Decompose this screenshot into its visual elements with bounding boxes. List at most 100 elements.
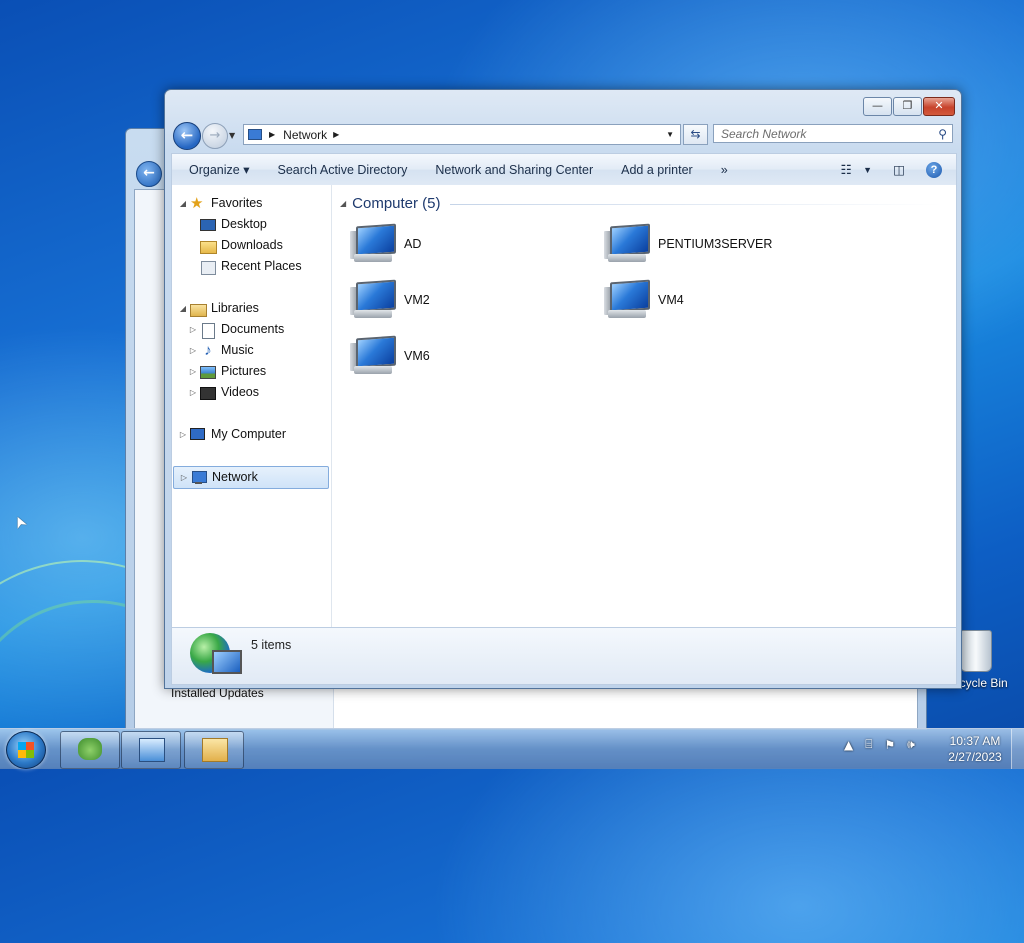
downloads-folder-icon <box>200 239 217 254</box>
search-placeholder: Search Network <box>721 127 807 141</box>
taskbar-app-control-panel[interactable] <box>121 731 181 769</box>
more-commands-button[interactable]: » <box>707 163 742 177</box>
breadcrumb-network[interactable]: Network <box>283 128 327 142</box>
group-header-computer[interactable]: ◢ Computer (5) <box>340 195 441 212</box>
taskbar: ▲ ⌸ ⚑ 🕪 10:37 AM 2/27/2023 <box>0 728 1024 769</box>
recycle-bin-icon <box>960 630 992 672</box>
item-count: 5 items <box>251 638 292 652</box>
command-bar: Organize ▾ Search Active Directory Netwo… <box>171 153 957 186</box>
collapsed-arrow-icon[interactable]: ▷ <box>188 382 198 403</box>
caption-buttons: — ❐ ✕ <box>862 97 955 116</box>
network-tray-icon[interactable]: ⌸ <box>865 737 872 752</box>
clock[interactable]: 10:37 AM 2/27/2023 <box>940 733 1010 765</box>
expanded-arrow-icon[interactable]: ◢ <box>178 298 188 319</box>
expanded-arrow-icon[interactable]: ◢ <box>178 193 188 214</box>
view-dropdown-icon[interactable]: ▼ <box>863 165 872 175</box>
nav-recent-places[interactable]: Recent Places <box>198 256 302 277</box>
file-list[interactable]: ◢ Computer (5) AD PENTIUM3SERVER VM2 VM4 <box>332 185 956 627</box>
nav-label: Videos <box>221 385 259 399</box>
nav-favorites[interactable]: ◢ ★ Favorites <box>178 193 262 214</box>
computer-name: PENTIUM3SERVER <box>658 237 773 251</box>
action-center-flag-icon[interactable]: ⚑ <box>884 738 895 752</box>
network-monitor-icon <box>212 650 242 674</box>
nav-label: Desktop <box>221 217 267 231</box>
show-desktop-button[interactable] <box>1011 729 1024 769</box>
search-active-directory-button[interactable]: Search Active Directory <box>263 163 421 177</box>
computer-icon <box>350 279 396 321</box>
computer-icon <box>604 223 650 265</box>
computer-item[interactable]: VM6 <box>350 335 430 377</box>
computer-icon <box>190 427 206 442</box>
collapsed-arrow-icon[interactable]: ▷ <box>188 340 198 361</box>
computer-item[interactable]: VM4 <box>604 279 684 321</box>
back-icon[interactable]: ← <box>136 161 162 187</box>
breadcrumb-arrow-icon[interactable]: ▶ <box>333 130 339 139</box>
forward-button[interactable]: → <box>202 123 228 149</box>
start-button[interactable] <box>6 731 46 769</box>
show-hidden-icons-icon[interactable]: ▲ <box>844 738 853 752</box>
nav-pictures[interactable]: ▷ Pictures <box>188 361 266 382</box>
nav-desktop[interactable]: Desktop <box>198 214 267 235</box>
nav-label: Pictures <box>221 364 267 378</box>
nav-label: Music <box>221 343 254 357</box>
minimize-button[interactable]: — <box>863 97 892 116</box>
network-sharing-center-button[interactable]: Network and Sharing Center <box>421 163 607 177</box>
network-icon <box>191 470 207 485</box>
nav-documents[interactable]: ▷ Documents <box>188 319 284 340</box>
collapse-group-icon[interactable]: ◢ <box>340 199 346 208</box>
change-view-icon[interactable]: ☷ <box>837 162 855 178</box>
organize-button[interactable]: Organize ▾ <box>172 162 263 177</box>
preview-pane-icon[interactable]: ◫ <box>890 162 908 178</box>
videos-icon <box>200 386 216 400</box>
folder-icon <box>202 738 228 762</box>
explorer-content: ◢ ★ Favorites Desktop Downloads Recent P… <box>171 185 957 627</box>
libraries-icon <box>190 302 207 317</box>
nav-label: Network <box>212 470 258 484</box>
close-button[interactable]: ✕ <box>923 97 955 116</box>
collapsed-arrow-icon[interactable]: ▷ <box>188 319 198 340</box>
computer-name: AD <box>404 237 422 251</box>
address-bar[interactable]: ▶ Network ▶ ▼ <box>243 124 681 145</box>
system-tray: ▲ ⌸ ⚑ 🕪 <box>844 737 927 752</box>
nav-label: My Computer <box>211 427 287 441</box>
navigation-pane[interactable]: ◢ ★ Favorites Desktop Downloads Recent P… <box>172 185 332 627</box>
computer-item[interactable]: AD <box>350 223 421 265</box>
maximize-button[interactable]: ❐ <box>893 97 922 116</box>
group-title: Computer (5) <box>352 195 441 212</box>
address-dropdown-icon[interactable]: ▼ <box>666 130 674 139</box>
star-icon: ★ <box>190 194 204 212</box>
network-icon <box>248 128 262 141</box>
add-printer-button[interactable]: Add a printer <box>607 163 707 177</box>
nav-music[interactable]: ▷ ♪ Music <box>188 340 254 361</box>
help-icon[interactable]: ? <box>926 161 942 178</box>
control-panel-icon <box>139 738 165 762</box>
search-input[interactable]: Search Network ⚲ <box>713 124 953 143</box>
details-pane: 5 items <box>171 627 957 685</box>
nav-network[interactable]: ▷ Network <box>173 466 329 489</box>
computer-icon <box>350 223 396 265</box>
nav-label: Libraries <box>211 301 259 315</box>
nav-label: Favorites <box>211 196 263 210</box>
search-icon[interactable]: ⚲ <box>938 125 947 144</box>
taskbar-app-frog[interactable] <box>60 731 120 769</box>
explorer-window[interactable]: — ❐ ✕ ← → ▼ ▶ Network ▶ ▼ ⇆ Search Netwo… <box>164 89 962 689</box>
collapsed-arrow-icon[interactable]: ▷ <box>178 424 188 445</box>
computer-item[interactable]: PENTIUM3SERVER <box>604 223 772 265</box>
nav-libraries[interactable]: ◢ Libraries <box>178 298 259 319</box>
back-button[interactable]: ← <box>173 122 201 150</box>
nav-my-computer[interactable]: ▷ My Computer <box>178 424 286 445</box>
refresh-button[interactable]: ⇆ <box>683 124 708 145</box>
documents-icon <box>200 322 216 339</box>
clock-date: 2/27/2023 <box>948 750 1002 764</box>
computer-name: VM4 <box>658 293 684 307</box>
taskbar-app-explorer[interactable] <box>184 731 244 769</box>
nav-videos[interactable]: ▷ Videos <box>188 382 259 403</box>
breadcrumb-arrow-icon[interactable]: ▶ <box>269 130 275 139</box>
volume-icon[interactable]: 🕪 <box>907 737 915 752</box>
collapsed-arrow-icon[interactable]: ▷ <box>188 361 198 382</box>
nav-downloads[interactable]: Downloads <box>198 235 283 256</box>
recent-pages-dropdown-icon[interactable]: ▼ <box>229 131 235 140</box>
collapsed-arrow-icon[interactable]: ▷ <box>179 467 189 488</box>
computer-item[interactable]: VM2 <box>350 279 430 321</box>
view-controls: ☷ ▼ ◫ ? <box>829 161 956 178</box>
